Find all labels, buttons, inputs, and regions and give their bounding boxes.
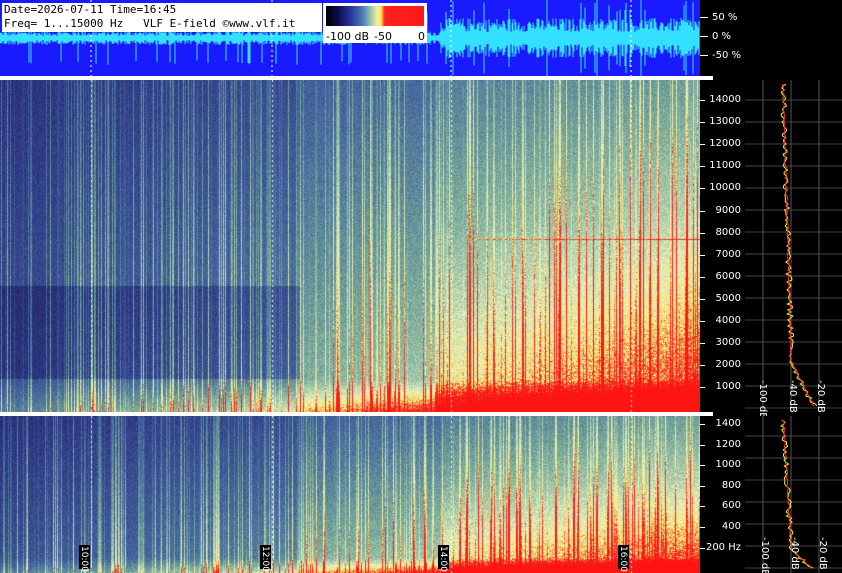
frequency-tick <box>700 100 705 101</box>
frequency-tick <box>700 188 705 190</box>
frequency-label: 1000 <box>715 459 741 471</box>
profile-main-db-low: -100 dB <box>757 380 768 420</box>
waveform-scale-bottom: -50 % <box>712 50 742 61</box>
frequency-label: 3000 <box>715 337 741 349</box>
frequency-label: 6000 <box>715 270 741 282</box>
time-label-1000: 10:00 <box>79 545 90 572</box>
profile-low-db-mid: -40 dB <box>789 537 800 570</box>
waveform-scale-mid: 0 % <box>712 31 732 42</box>
waveform-scale-top: 50 % <box>712 12 738 23</box>
frequency-tick <box>700 485 705 487</box>
spectrum-profile-main: -100 dB -40 dB -20 dB <box>745 80 842 419</box>
frequency-label: 400 <box>721 521 741 532</box>
color-scale-max-label: 0 <box>418 30 425 43</box>
frequency-label: 800 <box>721 479 741 491</box>
frequency-label: 14000 <box>709 94 741 105</box>
freq-range-label: Freq= 1...15000 Hz VLF E-field ©www.vlf.… <box>4 17 296 30</box>
time-label-1200: 12:00 <box>260 545 271 572</box>
frequency-label: 13000 <box>709 116 741 128</box>
frequency-tick <box>700 144 705 146</box>
frequency-label: 8000 <box>715 226 741 238</box>
frequency-label: 1000 <box>715 381 741 393</box>
frequency-tick <box>700 298 705 300</box>
frequency-tick <box>700 232 705 234</box>
frequency-label: 1200 <box>715 438 741 450</box>
frequency-axis-low: 1400 1200 1000 800 600 400 200 Hz <box>700 416 745 573</box>
frequency-tick <box>700 166 705 168</box>
frequency-tick <box>700 547 705 549</box>
frequency-label: 7000 <box>715 248 741 260</box>
frequency-label: 5000 <box>715 292 741 304</box>
frequency-tick <box>700 343 705 345</box>
color-scale-legend: -100 dB -50 0 <box>323 3 427 43</box>
frequency-tick <box>700 506 705 508</box>
spectrum-profile-main-plot <box>745 80 842 412</box>
spectrogram-low-canvas <box>0 416 700 573</box>
info-box: Date=2026-07-11 Time=16:45 Freq= 1...150… <box>2 3 322 32</box>
waveform-panel: Date=2026-07-11 Time=16:45 Freq= 1...150… <box>0 0 700 76</box>
frequency-label: 10000 <box>709 182 741 194</box>
color-scale-min-label: -100 dB <box>326 30 369 43</box>
time-label-1400: 14:00 <box>438 545 449 572</box>
frequency-label: 2000 <box>715 359 741 371</box>
frequency-tick <box>700 254 705 256</box>
frequency-tick <box>700 465 705 467</box>
frequency-axis-main: 14000 13000 12000 11000 10000 9000 8000 7000 600… <box>700 80 745 412</box>
color-scale-mid-label: -50 <box>374 30 392 43</box>
frequency-label: 4000 <box>715 315 741 326</box>
spectrogram-main <box>0 80 700 412</box>
spectrogram-low <box>0 416 700 573</box>
frequency-tick <box>700 122 705 124</box>
profile-low-db-high: -20 dB <box>817 537 828 570</box>
profile-low-db-low: -100 dB <box>759 537 770 573</box>
frequency-tick <box>700 210 705 212</box>
profile-main-db-high: -20 dB <box>815 380 826 413</box>
frequency-label: 12000 <box>709 138 741 150</box>
date-time-label: Date=2026-07-11 Time=16:45 <box>4 3 177 16</box>
frequency-tick <box>700 527 705 528</box>
frequency-tick <box>700 444 705 446</box>
spectrum-profile-low: -100 dB -40 dB -20 dB <box>745 416 842 573</box>
frequency-tick <box>700 321 705 322</box>
waveform-scale: 50 % 0 % -50 % <box>700 0 842 76</box>
frequency-label: 200 Hz <box>705 541 741 553</box>
spectrogram-main-canvas <box>0 80 700 412</box>
color-scale-gradient <box>326 6 424 26</box>
frequency-tick <box>700 424 705 425</box>
frequency-label: 1400 <box>715 418 741 429</box>
frequency-label: 600 <box>721 500 741 512</box>
time-label-1600: 16:00 <box>618 545 629 572</box>
frequency-label: 11000 <box>709 160 741 172</box>
frequency-tick <box>700 387 705 389</box>
frequency-tick <box>700 365 705 367</box>
profile-main-db-mid: -40 dB <box>787 380 798 413</box>
frequency-label: 9000 <box>715 204 741 216</box>
frequency-tick <box>700 276 705 278</box>
vlf-spectrogram-display: Date=2026-07-11 Time=16:45 Freq= 1...150… <box>0 0 842 573</box>
